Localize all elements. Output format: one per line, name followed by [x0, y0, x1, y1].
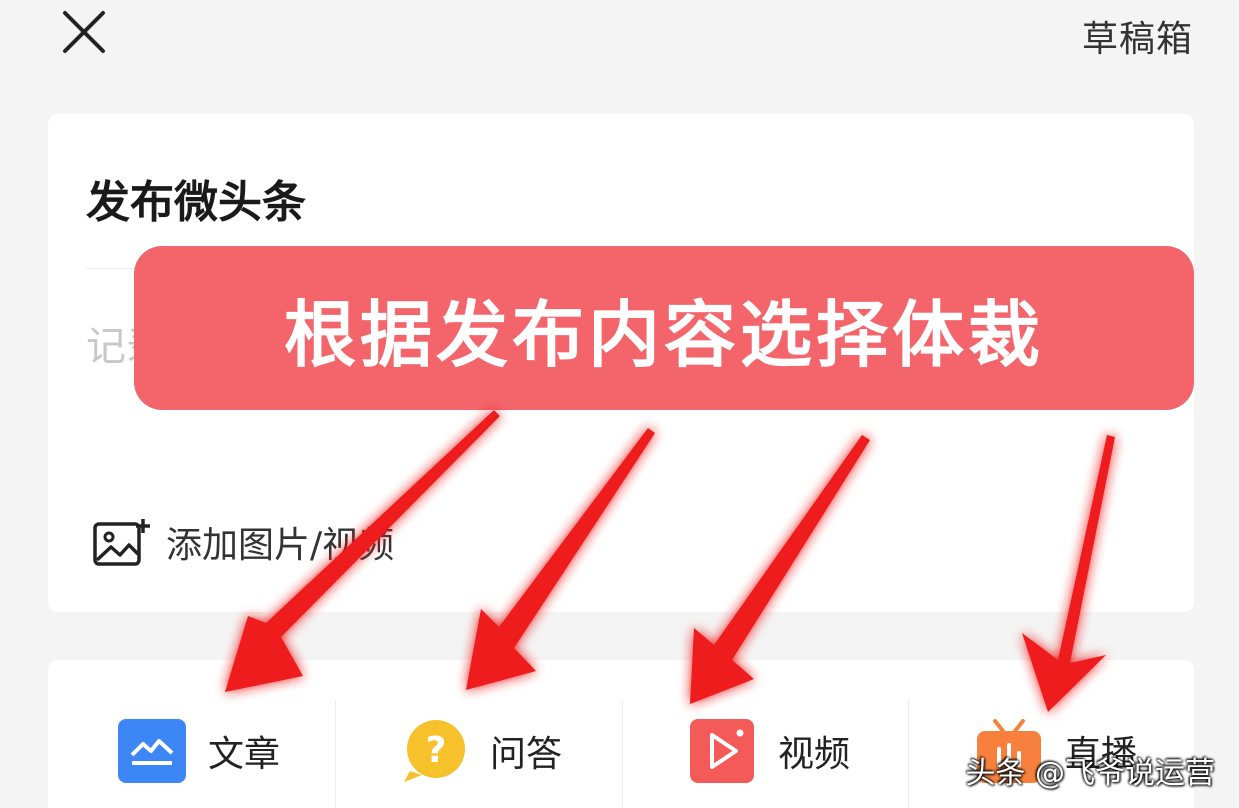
watermark: 头条 @飞爷说运营	[965, 756, 1215, 791]
tab-divider	[335, 700, 336, 808]
tab-divider	[622, 700, 623, 808]
annotation-banner-text: 根据发布内容选择体裁	[283, 292, 1044, 377]
compose-title[interactable]: 发布微头条	[86, 166, 306, 230]
add-media-label: 添加图片/视频	[166, 525, 395, 566]
drafts-button[interactable]: 草稿箱	[1082, 10, 1193, 62]
post-type-video[interactable]: 视频	[688, 696, 850, 806]
video-play-icon	[690, 719, 754, 783]
close-icon	[63, 11, 105, 53]
article-icon	[118, 719, 186, 783]
post-type-label: 文章	[208, 734, 281, 775]
image-add-icon	[93, 519, 150, 566]
post-type-label: 视频	[778, 734, 851, 775]
post-type-article[interactable]: 文章	[118, 696, 280, 806]
question-icon: ?	[404, 720, 465, 782]
add-media-button[interactable]: 添加图片/视频	[92, 512, 394, 572]
annotation-banner: 根据发布内容选择体裁	[134, 246, 1194, 410]
tab-divider	[908, 700, 909, 808]
post-type-label: 问答	[490, 734, 563, 775]
post-type-qa[interactable]: ? 问答	[400, 696, 562, 806]
close-button[interactable]	[58, 8, 110, 56]
svg-text:?: ?	[426, 730, 447, 771]
